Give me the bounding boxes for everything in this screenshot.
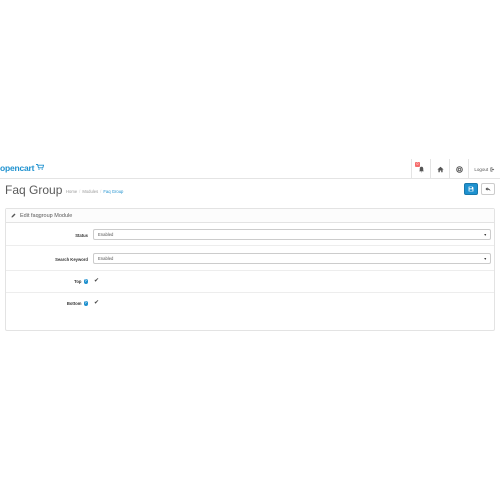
back-button[interactable]	[481, 183, 495, 195]
notifications-button[interactable]: 0	[411, 159, 430, 179]
status-select[interactable]: Enabled ▼	[93, 229, 491, 240]
status-row: Status Enabled ▼	[6, 223, 494, 246]
help-icon[interactable]: ?	[83, 279, 88, 284]
search-keyword-select[interactable]: Enabled ▼	[93, 253, 491, 264]
status-label: Status	[75, 233, 88, 238]
caret-down-icon: ▼	[483, 257, 487, 261]
panel-heading: Edit faqgroup Module	[6, 209, 494, 223]
top-label: Top	[74, 279, 82, 284]
breadcrumb-modules[interactable]: Modules	[82, 189, 98, 194]
logo-text: opencart	[0, 163, 35, 173]
top-checkbox[interactable]: ✔	[94, 278, 99, 284]
search-keyword-label: Search Keyword	[55, 257, 88, 262]
breadcrumb-separator: /	[79, 189, 81, 194]
logout-link[interactable]: Logout	[468, 159, 500, 179]
sign-out-icon	[490, 167, 494, 171]
top-row: Top ? ✔	[6, 271, 494, 293]
logout-label: Logout	[474, 166, 489, 172]
top-header: opencart 0 Logout	[0, 159, 500, 179]
breadcrumb-home[interactable]: Home	[66, 189, 77, 194]
save-icon	[468, 186, 474, 192]
page-header: Faq Group Home / Modules / Faq Group	[0, 181, 500, 203]
panel-heading-text: Edit faqgroup Module	[20, 212, 73, 219]
save-button[interactable]	[464, 183, 478, 195]
bottom-label-wrap: Bottom ?	[67, 301, 88, 306]
search-keyword-row: Search Keyword Enabled ▼	[6, 246, 494, 271]
life-ring-icon	[455, 165, 463, 173]
bottom-checkbox[interactable]: ✔	[94, 300, 99, 306]
bottom-label: Bottom	[66, 301, 82, 306]
cart-icon	[36, 164, 45, 172]
edit-module-panel: Edit faqgroup Module Status Enabled ▼ Se…	[5, 208, 495, 331]
breadcrumb-separator: /	[100, 189, 102, 194]
pencil-icon	[11, 213, 16, 218]
opencart-logo[interactable]: opencart	[0, 163, 45, 173]
bottom-row: Bottom ? ✔	[6, 293, 494, 315]
reply-icon	[485, 187, 491, 192]
home-button[interactable]	[430, 159, 449, 179]
page-title: Faq Group	[5, 183, 63, 197]
caret-down-icon: ▼	[483, 233, 487, 237]
help-button[interactable]	[449, 159, 468, 179]
help-icon[interactable]: ?	[83, 301, 88, 306]
breadcrumb: Home / Modules / Faq Group	[66, 189, 123, 194]
home-icon	[436, 166, 444, 172]
breadcrumb-faq-group[interactable]: Faq Group	[103, 189, 123, 194]
search-keyword-value: Enabled	[98, 256, 114, 261]
status-value: Enabled	[98, 232, 114, 237]
top-label-wrap: Top ?	[74, 279, 88, 284]
notification-badge: 0	[415, 162, 420, 167]
